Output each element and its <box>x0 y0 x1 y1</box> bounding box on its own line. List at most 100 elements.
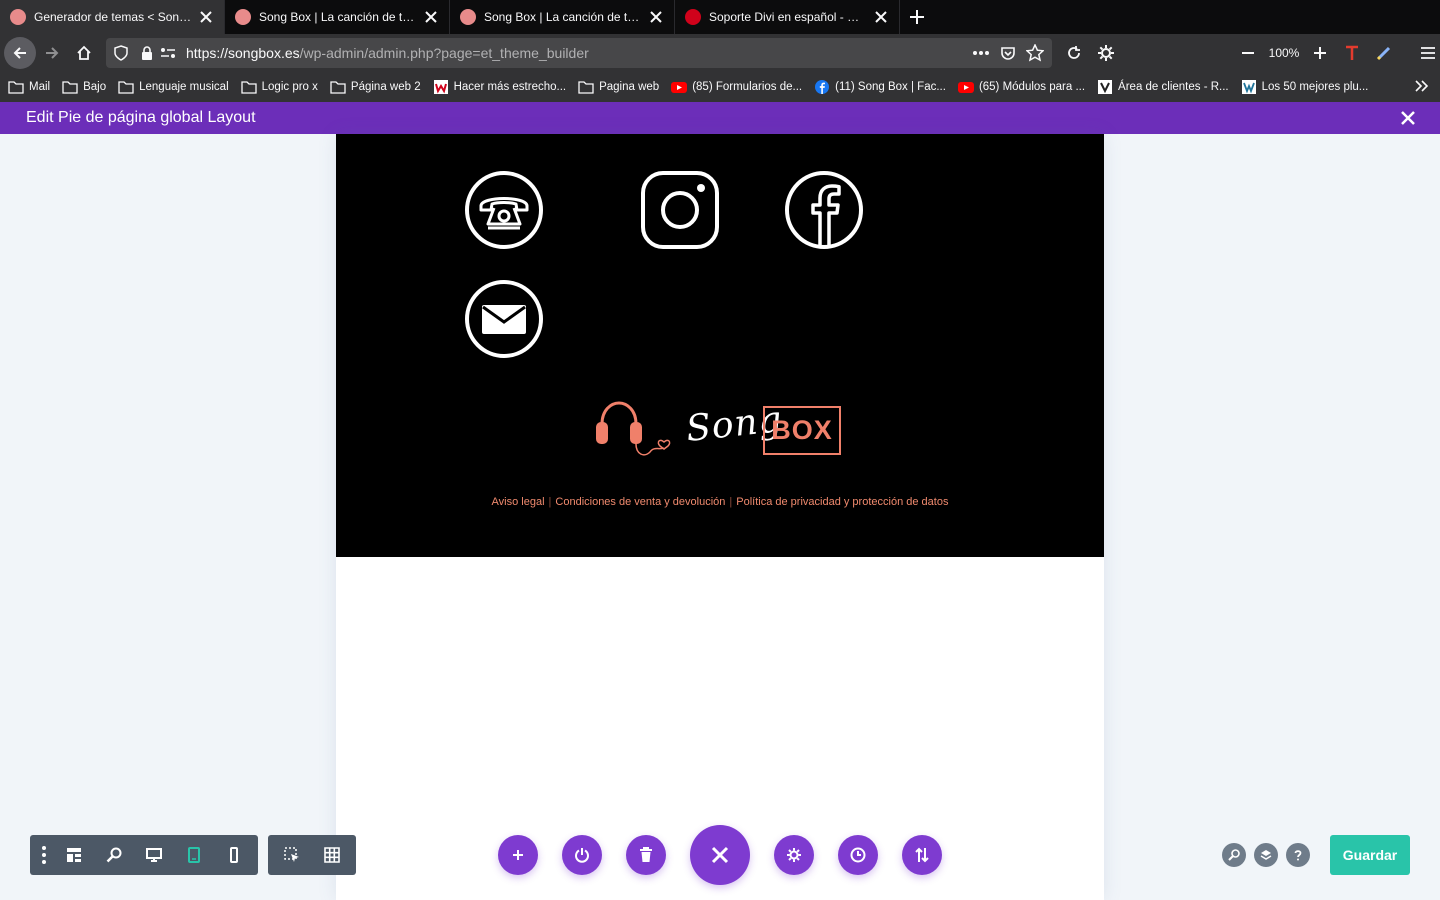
folder-icon <box>118 81 134 94</box>
vertical-dots-icon <box>42 846 46 864</box>
settings-button[interactable] <box>774 835 814 875</box>
power-icon <box>575 848 589 863</box>
bookmark-item[interactable]: (85) Formularios de... <box>671 80 802 94</box>
instagram-icon[interactable] <box>640 170 720 250</box>
new-tab-button[interactable] <box>900 0 934 34</box>
footer-section[interactable]: Song BOX Aviso legal | Condiciones de vent… <box>336 134 1104 557</box>
view-mode-bar <box>30 835 366 875</box>
bookmark-label: (11) Song Box | Fac... <box>835 81 946 93</box>
back-button[interactable] <box>4 37 36 69</box>
legal-link-privacidad[interactable]: Política de privacidad y protección de d… <box>736 496 948 508</box>
legal-links: Aviso legal | Condiciones de venta y devol… <box>336 496 1104 508</box>
extension-button[interactable] <box>1090 37 1122 69</box>
layout-icon <box>67 848 81 862</box>
bookmark-item[interactable]: (65) Módulos para ... <box>957 80 1085 94</box>
arrow-right-icon <box>46 47 59 59</box>
extension-t-button[interactable] <box>1336 37 1368 69</box>
bookmark-item[interactable]: Mail <box>8 80 50 94</box>
sort-arrows-icon <box>915 847 929 863</box>
facebook-icon[interactable] <box>784 170 864 250</box>
url-text: https://songbox.es/wp-admin/admin.php?pa… <box>186 45 589 61</box>
bookmark-label: Mail <box>29 81 51 93</box>
grid-icon <box>324 847 340 863</box>
zoom-level[interactable]: 100% <box>1264 46 1304 60</box>
search-icon <box>1228 849 1240 861</box>
bookmark-item[interactable]: Página web 2 <box>330 80 421 94</box>
desktop-view-button[interactable] <box>134 835 174 875</box>
reload-button[interactable] <box>1058 37 1090 69</box>
bookmark-item[interactable]: Pagina web <box>578 80 659 94</box>
zoom-view-button[interactable] <box>94 835 134 875</box>
close-icon[interactable] <box>873 9 889 25</box>
tab-title: Soporte Divi en español - WPFácil <box>709 10 867 24</box>
save-button[interactable]: Guardar <box>1330 835 1410 875</box>
page-action-bar <box>498 825 942 885</box>
home-button[interactable] <box>68 37 100 69</box>
bookmark-item[interactable]: Los 50 mejores plu... <box>1241 80 1368 94</box>
shield-icon <box>114 45 128 61</box>
phone-icon <box>230 847 238 863</box>
legal-link-aviso[interactable]: Aviso legal <box>492 496 545 508</box>
browser-tab-strip: Generador de temas < Song Box Song Box |… <box>0 0 1440 34</box>
zoom-in-button[interactable] <box>1304 37 1336 69</box>
browser-tab-1[interactable]: Generador de temas < Song Box <box>0 0 225 34</box>
browser-tab-4[interactable]: Soporte Divi en español - WPFácil <box>675 0 900 34</box>
divider: | <box>729 496 733 508</box>
add-button[interactable] <box>498 835 538 875</box>
close-icon[interactable] <box>648 9 664 25</box>
browser-tab-3[interactable]: Song Box | La canción de tu vida <box>450 0 675 34</box>
bookmark-item[interactable]: Bajo <box>62 80 106 94</box>
bookmark-item[interactable]: Área de clientes - R... <box>1097 80 1229 94</box>
close-icon[interactable] <box>423 9 439 25</box>
wpfacil-icon <box>433 80 448 94</box>
phone-view-button[interactable] <box>214 835 254 875</box>
folder-icon <box>330 81 346 94</box>
forward-button[interactable] <box>36 37 68 69</box>
close-icon[interactable] <box>198 9 214 25</box>
search-button[interactable] <box>1222 843 1246 867</box>
menu-button[interactable] <box>1412 37 1440 69</box>
delete-button[interactable] <box>626 835 666 875</box>
close-settings-button[interactable] <box>690 825 750 885</box>
wireframe-view-button[interactable] <box>54 835 94 875</box>
gear-icon <box>787 848 801 862</box>
close-editor-button[interactable] <box>1400 110 1416 131</box>
extension-pen-button[interactable] <box>1368 37 1400 69</box>
pocket-icon[interactable] <box>1000 45 1016 61</box>
songbox-logo[interactable]: Song BOX <box>594 398 844 462</box>
email-icon[interactable] <box>464 279 544 359</box>
star-icon[interactable] <box>1026 44 1044 62</box>
bookmark-item[interactable]: Logic pro x <box>240 80 318 94</box>
bookmark-item[interactable]: Hacer más estrecho... <box>433 80 566 94</box>
home-icon <box>77 45 91 60</box>
zoom-out-button[interactable] <box>1232 37 1264 69</box>
phone-icon[interactable] <box>464 170 544 250</box>
portability-button[interactable] <box>562 835 602 875</box>
bookmark-label: Lenguaje musical <box>139 81 229 93</box>
page-settings-button[interactable] <box>34 835 54 875</box>
grid-mode-button[interactable] <box>312 835 352 875</box>
bookmark-item[interactable]: Lenguaje musical <box>118 80 229 94</box>
divider: | <box>548 496 552 508</box>
browser-tab-2[interactable]: Song Box | La canción de tu vida <box>225 0 450 34</box>
bookmarks-bar: Mail Bajo Lenguaje musical Logic pro x P… <box>0 72 1440 102</box>
help-button[interactable] <box>1286 843 1310 867</box>
permissions-icon[interactable] <box>160 46 176 60</box>
trash-icon <box>640 847 652 862</box>
tab-title: Song Box | La canción de tu vida <box>259 10 417 24</box>
builder-canvas[interactable]: Song BOX Aviso legal | Condiciones de vent… <box>336 134 1104 900</box>
navigation-toolbar: https://songbox.es/wp-admin/admin.php?pa… <box>0 34 1440 72</box>
layers-button[interactable] <box>1254 843 1278 867</box>
zoom-icon <box>106 847 122 863</box>
history-button[interactable] <box>838 835 878 875</box>
bookmark-item[interactable]: (11) Song Box | Fac... <box>814 80 946 94</box>
more-actions-icon[interactable] <box>972 50 990 56</box>
url-bar[interactable]: https://songbox.es/wp-admin/admin.php?pa… <box>106 38 1052 68</box>
toolbar-right: 100% <box>1058 34 1440 72</box>
tablet-view-button[interactable] <box>174 835 214 875</box>
bookmarks-overflow-button[interactable] <box>1414 78 1430 99</box>
sort-button[interactable] <box>902 835 942 875</box>
click-mode-button[interactable] <box>272 835 312 875</box>
folder-icon <box>8 81 24 94</box>
legal-link-condiciones[interactable]: Condiciones de venta y devolución <box>555 496 725 508</box>
